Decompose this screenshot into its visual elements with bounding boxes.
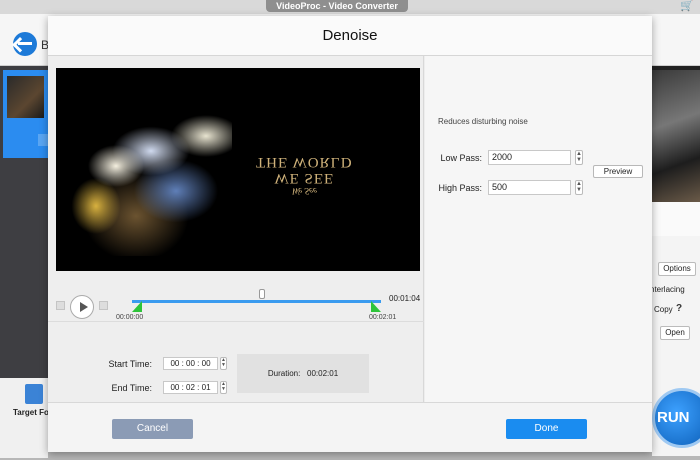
window-title: VideoProc - Video Converter <box>266 0 408 12</box>
interlacing-label: nterlacing <box>650 285 685 294</box>
start-time-label: Start Time: <box>108 359 152 369</box>
low-pass-stepper[interactable]: ▲ ▼ <box>575 150 583 165</box>
divider <box>48 321 424 322</box>
title-bar: VideoProc - Video Converter 🛒 <box>0 0 700 14</box>
current-time: 00:01:04 <box>389 294 421 303</box>
cart-icon[interactable]: 🛒 <box>680 1 694 12</box>
video-overlay-text: We See WE SEE THE WORLD <box>256 154 353 196</box>
frame-back-icon[interactable] <box>56 301 65 310</box>
end-time-field[interactable]: 00 : 02 : 01 <box>163 381 218 394</box>
done-button[interactable]: Done <box>506 419 587 439</box>
dialog-footer: Cancel Done <box>48 402 652 452</box>
timeline-end-label: 00:02:01 <box>369 314 397 321</box>
duration-value: 00:02:01 <box>307 369 339 378</box>
start-time-field[interactable]: 00 : 00 : 00 <box>163 357 218 370</box>
denoise-dialog: Denoise We See WE SEE THE WORLD 00:00:00… <box>48 16 652 452</box>
preview-section: We See WE SEE THE WORLD 00:00:00 00:02:0… <box>48 56 424 402</box>
video-preview: We See WE SEE THE WORLD <box>56 68 420 271</box>
timeline-track[interactable] <box>132 300 381 303</box>
thumbnail-badge <box>38 134 48 146</box>
help-icon[interactable]: ? <box>676 303 682 314</box>
dialog-title: Denoise <box>48 16 652 56</box>
timeline-start-label: 00:00:00 <box>116 314 144 321</box>
cancel-button[interactable]: Cancel <box>112 419 193 439</box>
copy-label: Copy <box>654 305 673 314</box>
target-format-icon[interactable] <box>25 384 43 404</box>
target-format-area: Target For <box>0 378 52 458</box>
preview-gap <box>652 202 700 236</box>
frame-forward-icon[interactable] <box>99 301 108 310</box>
high-pass-label: High Pass: <box>438 183 482 193</box>
denoise-settings: Reduces disturbing noise Low Pass: 2000 … <box>425 56 652 402</box>
run-button[interactable]: RUN <box>652 388 700 448</box>
end-time-label: End Time: <box>111 383 152 393</box>
back-icon[interactable] <box>13 32 37 56</box>
play-icon[interactable] <box>70 295 94 319</box>
open-button[interactable]: Open <box>660 326 690 340</box>
end-time-stepper[interactable]: ▲ ▼ <box>220 381 227 394</box>
settings-description: Reduces disturbing noise <box>438 117 528 126</box>
preview-image <box>652 70 700 202</box>
duration-label: Duration: <box>267 369 301 378</box>
video-smoke-art <box>56 96 232 256</box>
high-pass-input[interactable]: 500 <box>488 180 571 195</box>
options-button[interactable]: Options <box>658 262 696 276</box>
low-pass-input[interactable]: 2000 <box>488 150 571 165</box>
preview-button[interactable]: Preview <box>593 165 643 178</box>
video-thumbnail <box>7 76 44 118</box>
run-label: RUN <box>652 388 700 448</box>
file-list-panel: Target For <box>0 66 52 458</box>
start-time-stepper[interactable]: ▲ ▼ <box>220 357 227 370</box>
duration-panel: Duration: 00:02:01 <box>237 354 369 393</box>
low-pass-label: Low Pass: <box>440 153 482 163</box>
high-pass-stepper[interactable]: ▲ ▼ <box>575 180 583 195</box>
playhead-handle[interactable] <box>259 289 265 299</box>
target-format-label[interactable]: Target For <box>13 408 52 417</box>
video-thumbnail-card[interactable] <box>3 70 48 158</box>
